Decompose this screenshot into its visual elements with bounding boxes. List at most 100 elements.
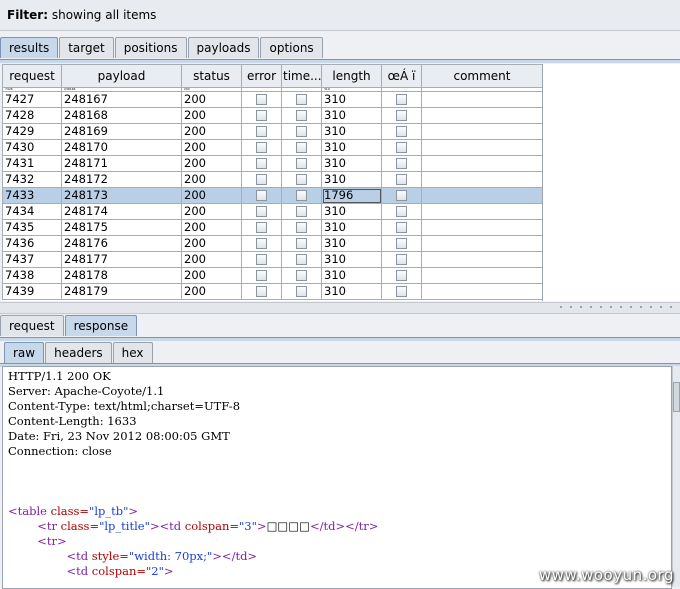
table-row[interactable]: 7427 248167 200 310 [2, 91, 542, 108]
checkbox[interactable] [396, 110, 407, 121]
checkbox[interactable] [256, 142, 267, 153]
code-token: Connection: close [8, 444, 112, 458]
cell-error [241, 203, 282, 220]
tab-positions[interactable]: positions [114, 37, 187, 58]
table-row[interactable]: 7439 248179 200 310 [2, 283, 542, 300]
checkbox[interactable] [296, 222, 307, 233]
checkbox[interactable] [296, 254, 307, 265]
column-header-5[interactable]: length [321, 64, 382, 88]
checkbox[interactable] [396, 174, 407, 185]
code-token: HTTP/1.1 200 OK [8, 369, 111, 383]
checkbox[interactable] [396, 206, 407, 217]
checkbox[interactable] [296, 286, 307, 297]
checkbox[interactable] [256, 222, 267, 233]
tab-hex[interactable]: hex [112, 342, 153, 363]
watermark: www.wooyun.org [538, 566, 674, 584]
column-header-7[interactable]: comment [421, 64, 542, 88]
column-header-1[interactable]: payload [61, 64, 182, 88]
column-header-4[interactable]: time... [281, 64, 322, 88]
checkbox[interactable] [396, 286, 407, 297]
scrollbar-thumb[interactable] [673, 382, 680, 412]
checkbox[interactable] [256, 158, 267, 169]
checkbox[interactable] [396, 238, 407, 249]
cell-comment [421, 107, 542, 124]
checkbox[interactable] [296, 142, 307, 153]
checkbox[interactable] [396, 142, 407, 153]
checkbox[interactable] [396, 270, 407, 281]
checkbox[interactable] [256, 238, 267, 249]
cell-error [241, 123, 282, 140]
results-table[interactable]: request payload status error time... length œÁ… [2, 64, 542, 300]
checkbox[interactable] [296, 270, 307, 281]
checkbox[interactable] [256, 254, 267, 265]
code-token: > [128, 504, 139, 518]
tab-options[interactable]: options [260, 37, 323, 58]
tab-headers[interactable]: headers [45, 342, 112, 363]
checkbox[interactable] [256, 174, 267, 185]
checkbox[interactable] [396, 126, 407, 137]
checkbox[interactable] [296, 174, 307, 185]
table-row[interactable]: 7433 248173 200 1796 [2, 187, 542, 204]
split-pane-divider[interactable] [0, 302, 680, 314]
checkbox[interactable] [256, 110, 267, 121]
table-row[interactable]: 7429 248169 200 310 [2, 123, 542, 140]
checkbox[interactable] [296, 94, 307, 105]
checkbox[interactable] [396, 158, 407, 169]
table-row[interactable]: 7434 248174 200 310 [2, 203, 542, 220]
checkbox[interactable] [296, 190, 307, 201]
tab-request[interactable]: request [0, 315, 64, 336]
checkbox[interactable] [296, 126, 307, 137]
column-header-3[interactable]: error [241, 64, 282, 88]
table-row[interactable]: 7438 248178 200 310 [2, 267, 542, 284]
checkbox[interactable] [256, 286, 267, 297]
checkbox[interactable] [396, 254, 407, 265]
checkbox[interactable] [396, 94, 407, 105]
code-token: </td></tr> [310, 519, 379, 533]
checkbox[interactable] [396, 190, 407, 201]
table-row[interactable]: 7435 248175 200 310 [2, 219, 542, 236]
checkbox[interactable] [296, 238, 307, 249]
cell-status: 200 [181, 155, 242, 172]
checkbox[interactable] [256, 190, 267, 201]
tab-raw[interactable]: raw [4, 342, 45, 363]
code-token: Date: Fri, 23 Nov 2012 08:00:05 GMT [8, 429, 230, 443]
cell- [381, 171, 422, 188]
tab-payloads[interactable]: payloads [187, 37, 260, 58]
table-row[interactable]: 7428 248168 200 310 [2, 107, 542, 124]
checkbox[interactable] [256, 94, 267, 105]
checkbox[interactable] [256, 206, 267, 217]
response-viewer[interactable]: HTTP/1.1 200 OK Server: Apache-Coyote/1.… [2, 366, 672, 589]
cell-request: 7432 [2, 171, 62, 188]
tab-target[interactable]: target [59, 37, 114, 58]
table-row[interactable]: 7437 248177 200 310 [2, 251, 542, 268]
checkbox[interactable] [256, 126, 267, 137]
checkbox[interactable] [296, 110, 307, 121]
top-tab-bar: results target positions payloads options [0, 37, 324, 59]
top-tab-underline [0, 59, 680, 63]
code-token: □□□□ [266, 519, 311, 533]
checkbox[interactable] [256, 270, 267, 281]
cell-comment [421, 139, 542, 156]
cell-time [281, 283, 322, 300]
tab-response[interactable]: response [64, 315, 138, 336]
cell-request: 7427 [2, 91, 62, 108]
cell-status: 200 [181, 251, 242, 268]
results-table-container[interactable]: request payload status error time... length œÁ… [2, 64, 543, 301]
table-row[interactable]: 7436 248176 200 310 [2, 235, 542, 252]
checkbox[interactable] [296, 206, 307, 217]
cell-length: 310 [321, 219, 382, 236]
checkbox[interactable] [396, 222, 407, 233]
column-header-2[interactable]: status [181, 64, 242, 88]
column-header-6[interactable]: œÁ ï [381, 64, 422, 88]
table-row[interactable]: 7431 248171 200 310 [2, 155, 542, 172]
checkbox[interactable] [296, 158, 307, 169]
tab-results[interactable]: results [0, 37, 59, 58]
table-row[interactable]: 7430 248170 200 310 [2, 139, 542, 156]
response-scrollbar[interactable] [672, 366, 680, 587]
code-token: class= [60, 519, 100, 533]
filter-bar[interactable]: Filter: showing all items [0, 0, 680, 31]
column-header-0[interactable]: request [2, 64, 62, 88]
table-row[interactable]: 7432 248172 200 310 [2, 171, 542, 188]
cell-length: 310 [321, 155, 382, 172]
